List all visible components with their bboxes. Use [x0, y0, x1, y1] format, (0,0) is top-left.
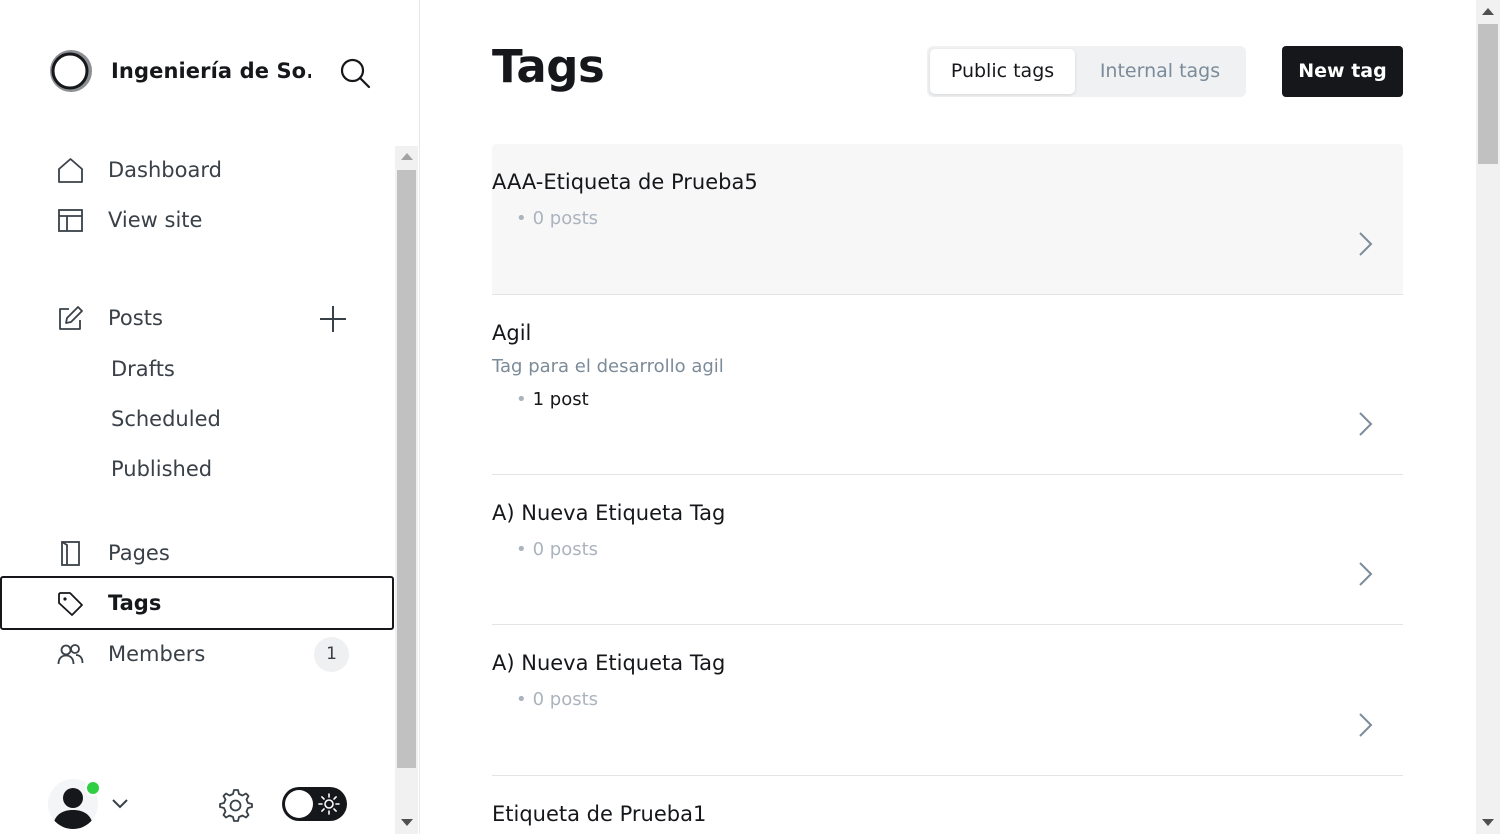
sidebar-item-label: Dashboard	[108, 158, 222, 182]
chevron-down-icon[interactable]	[110, 796, 130, 812]
chevron-right-icon	[1359, 232, 1373, 256]
tag-name: Etiqueta de Prueba1	[492, 802, 707, 826]
site-brand[interactable]: Ingeniería de So...	[48, 48, 311, 94]
sidebar-item-label: Members	[108, 642, 206, 666]
sidebar-item-view-site[interactable]: View site	[0, 195, 394, 245]
tag-post-count: • 0 posts	[516, 689, 599, 710]
layout-icon	[58, 209, 83, 232]
edit-icon	[59, 306, 83, 330]
online-status-icon	[85, 780, 101, 796]
tag-row[interactable]: Etiqueta de Prueba1	[492, 776, 1403, 834]
sidebar-scrollbar[interactable]	[395, 146, 418, 834]
sidebar-item-label: Pages	[108, 541, 170, 565]
site-logo-icon	[50, 50, 92, 92]
tag-name: Agil	[492, 321, 532, 345]
public-tags-tab[interactable]: Public tags	[930, 49, 1075, 94]
scroll-up-arrow-icon[interactable]	[1482, 8, 1494, 15]
sidebar-item-label: View site	[108, 208, 203, 232]
add-post-icon[interactable]	[318, 304, 348, 334]
tag-post-count: • 0 posts	[516, 208, 599, 229]
home-icon	[58, 158, 83, 183]
tag-name: AAA-Etiqueta de Prueba5	[492, 170, 758, 194]
new-tag-button[interactable]: New tag	[1282, 46, 1403, 97]
sidebar-item-tags[interactable]: Tags	[0, 576, 394, 630]
tag-post-count: • 0 posts	[516, 539, 599, 560]
chevron-right-icon	[1359, 713, 1373, 737]
sun-icon	[318, 793, 340, 815]
tag-icon	[58, 592, 83, 616]
internal-tags-tab[interactable]: Internal tags	[1077, 49, 1243, 94]
tag-post-count: • 1 post	[516, 389, 589, 410]
chevron-right-icon	[1359, 412, 1373, 436]
tag-row[interactable]: A) Nueva Etiqueta Tag • 0 posts	[492, 625, 1403, 776]
tag-name: A) Nueva Etiqueta Tag	[492, 501, 726, 525]
page-icon	[61, 541, 80, 566]
main-content: Tags Public tags Internal tags New tag A…	[420, 0, 1476, 834]
search-icon[interactable]	[338, 56, 372, 90]
tag-list: AAA-Etiqueta de Prueba5 • 0 posts Agil Ta…	[492, 144, 1403, 834]
scrollbar-thumb[interactable]	[1478, 24, 1498, 164]
sidebar-item-label: Tags	[108, 591, 162, 615]
sidebar-item-pages[interactable]: Pages	[0, 528, 394, 578]
scroll-up-arrow-icon[interactable]	[401, 153, 413, 160]
scroll-down-arrow-icon[interactable]	[401, 819, 413, 826]
tag-type-filter: Public tags Internal tags	[927, 46, 1246, 97]
scroll-down-arrow-icon[interactable]	[1482, 819, 1494, 826]
toggle-knob	[285, 790, 313, 818]
site-name: Ingeniería de So...	[111, 59, 311, 83]
sidebar-item-dashboard[interactable]: Dashboard	[0, 145, 394, 195]
sidebar-item-label: Posts	[108, 306, 163, 330]
members-count-badge: 1	[314, 637, 349, 672]
sidebar: Ingeniería de So... Dashboard View site …	[0, 0, 420, 834]
scrollbar-thumb[interactable]	[397, 170, 416, 768]
gear-icon[interactable]	[217, 787, 253, 823]
tag-row[interactable]: Agil Tag para el desarrollo agil • 1 post	[492, 295, 1403, 475]
sidebar-item-published[interactable]: Published	[111, 454, 212, 484]
tag-row[interactable]: AAA-Etiqueta de Prueba5 • 0 posts	[492, 144, 1403, 295]
sidebar-item-scheduled[interactable]: Scheduled	[111, 404, 221, 434]
tag-name: A) Nueva Etiqueta Tag	[492, 651, 726, 675]
members-icon	[57, 644, 84, 665]
page-scrollbar[interactable]	[1476, 0, 1500, 834]
theme-toggle[interactable]	[282, 787, 347, 821]
tag-row[interactable]: A) Nueva Etiqueta Tag • 0 posts	[492, 475, 1403, 625]
chevron-right-icon	[1359, 562, 1373, 586]
tag-description: Tag para el desarrollo agil	[492, 356, 724, 377]
page-title: Tags	[492, 40, 605, 93]
sidebar-item-drafts[interactable]: Drafts	[111, 354, 175, 384]
